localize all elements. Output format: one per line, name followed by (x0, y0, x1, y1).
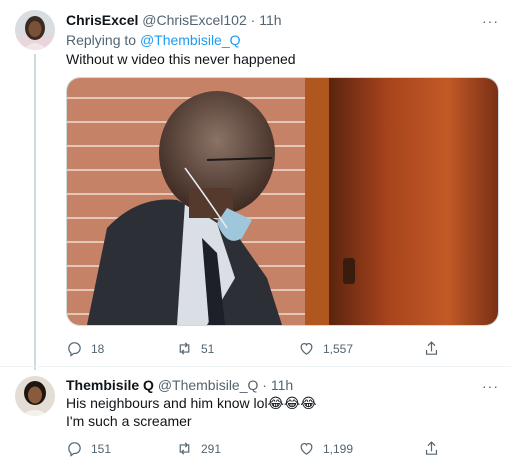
more-options-icon[interactable]: ··· (482, 14, 499, 28)
divider (0, 366, 511, 367)
reply-count: 151 (91, 441, 112, 456)
user-handle[interactable]: @ChrisExcel102 (142, 12, 246, 28)
display-name[interactable]: Thembisile Q (66, 377, 154, 393)
share-button[interactable] (423, 440, 440, 457)
retweet-button[interactable]: 51 (176, 340, 214, 357)
share-icon (425, 441, 438, 455)
user-handle[interactable]: @Thembisile_Q (158, 377, 259, 393)
reply-button[interactable]: 151 (66, 440, 111, 457)
reply-icon (68, 442, 81, 457)
tweet-header: ChrisExcel @ChrisExcel102 · 11h (66, 11, 282, 29)
retweet-icon (179, 342, 190, 355)
retweet-count: 291 (201, 441, 222, 456)
like-icon (300, 342, 313, 355)
tweet-photo[interactable] (66, 77, 499, 326)
tweet-text: Without w video this never happened (66, 51, 296, 67)
retweet-count: 51 (201, 341, 215, 356)
tweet-header: Thembisile Q @Thembisile_Q · 11h (66, 376, 293, 394)
retweet-button[interactable]: 291 (176, 440, 221, 457)
timestamp[interactable]: 11h (259, 12, 281, 28)
photo-image (67, 78, 498, 325)
timestamp[interactable]: 11h (271, 377, 293, 393)
avatar[interactable] (15, 376, 55, 416)
retweet-icon (179, 442, 190, 455)
share-button[interactable] (423, 340, 440, 357)
like-count: 1,199 (323, 441, 354, 456)
replying-prefix: Replying to (66, 32, 140, 48)
tweet-text-line-1: His neighbours and him know lol😂😂😂 (66, 395, 317, 411)
replying-to: Replying to @Thembisile_Q (66, 31, 241, 49)
tweet-actions: 151 291 1,199 (66, 440, 497, 460)
tweet-text-line-2: I'm such a screamer (66, 413, 192, 429)
more-options-icon[interactable]: ··· (482, 379, 499, 393)
avatar[interactable] (15, 10, 55, 50)
separator-dot: · (262, 377, 267, 393)
share-icon (425, 341, 438, 355)
reply-count: 18 (91, 341, 105, 356)
like-count: 1,557 (323, 341, 354, 356)
separator-dot: · (250, 12, 256, 28)
reply-button[interactable]: 18 (66, 340, 104, 357)
reply-icon (68, 342, 81, 357)
tweet-actions: 18 51 1,557 (66, 340, 497, 360)
like-icon (300, 442, 313, 455)
display-name[interactable]: ChrisExcel (66, 12, 138, 28)
replying-to-link[interactable]: @Thembisile_Q (140, 32, 241, 48)
thread-line (34, 54, 36, 370)
like-button[interactable]: 1,557 (298, 340, 353, 357)
like-button[interactable]: 1,199 (298, 440, 353, 457)
